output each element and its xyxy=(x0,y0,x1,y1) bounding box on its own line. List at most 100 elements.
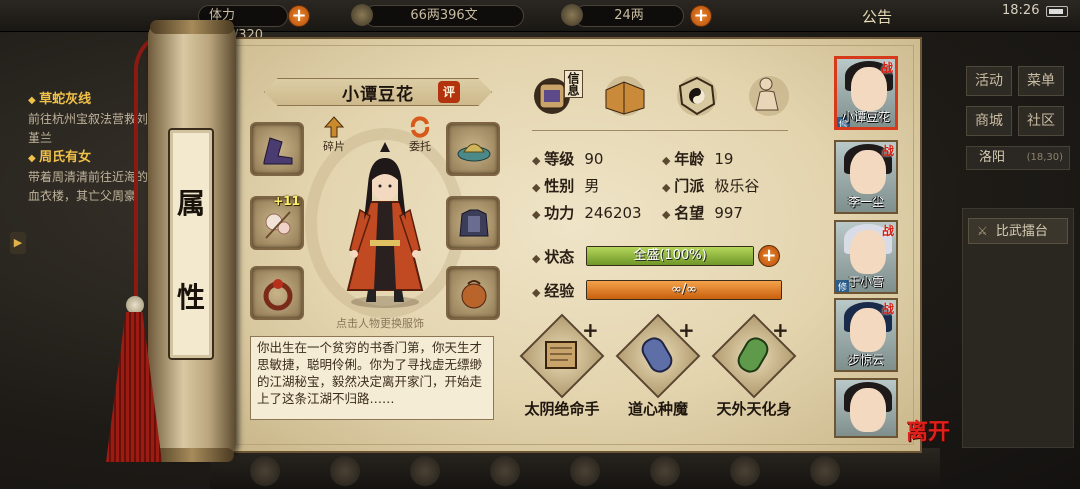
fragment-action[interactable]: 碎片 xyxy=(314,116,354,154)
companion-name: 小谭豆花 xyxy=(841,110,890,124)
exp-bar: ∞/∞ xyxy=(586,280,782,300)
leave-button[interactable]: 离开 xyxy=(906,414,950,446)
community-button[interactable]: 社区 xyxy=(1018,106,1064,136)
shop-button[interactable]: 商城 xyxy=(966,106,1012,136)
battle-tag: 战 xyxy=(881,144,894,158)
quest-title[interactable]: 周氏有女 xyxy=(28,148,148,168)
dock-icon[interactable] xyxy=(810,456,840,486)
stat-value: 极乐谷 xyxy=(714,177,760,195)
stat-value: 19 xyxy=(714,150,734,168)
character-bio: 你出生在一个贫穷的书香门第，你天生才思敏捷，聪明伶俐。你为了寻找虚无缥缈的江湖秘… xyxy=(250,336,494,420)
portrait-face xyxy=(850,308,886,352)
entrust-action[interactable]: 委托 xyxy=(400,116,440,154)
stat-value: 男 xyxy=(584,177,600,195)
attribute-tab-char: 性 xyxy=(176,281,205,314)
dock-icon[interactable] xyxy=(490,456,520,486)
scroll-cap xyxy=(150,448,234,462)
expand-left-arrow-icon[interactable]: ▶ xyxy=(10,232,26,254)
dock-icon[interactable] xyxy=(410,456,440,486)
stat-label: 年龄 xyxy=(662,150,704,168)
book-icon xyxy=(605,76,645,116)
stat-label: 门派 xyxy=(662,177,704,195)
sword-icon: ⚔ xyxy=(977,224,988,238)
stat-value: 997 xyxy=(714,204,743,222)
companion-name: 李一尘 xyxy=(847,195,884,209)
exp-label: 经验 xyxy=(532,280,574,301)
entrust-label: 委托 xyxy=(409,140,431,153)
evaluate-button[interactable]: 评 xyxy=(438,81,460,103)
hat-icon xyxy=(457,143,491,162)
equip-slot-pouch[interactable] xyxy=(446,266,500,320)
enhance-level: +11 xyxy=(273,194,300,208)
clock: 18:26 xyxy=(1002,3,1040,18)
dock-icon[interactable] xyxy=(570,456,600,486)
arena-entry[interactable]: ⚔ 比武擂台 xyxy=(968,218,1068,244)
dock-icon[interactable] xyxy=(250,456,280,486)
quest-title[interactable]: 草蛇灰线 xyxy=(28,90,148,110)
equip-slot-hairpin[interactable]: +11 xyxy=(250,194,304,250)
stat-level: 等级 90 xyxy=(532,148,603,169)
change-outfit-hint: 点击人物更换服饰 xyxy=(336,317,424,330)
quest-tracker[interactable]: 草蛇灰线 前往杭州宝叙法营救刘堇兰 周氏有女 带着周清清前往近海的血衣楼，其亡父… xyxy=(28,90,148,206)
companion-card[interactable] xyxy=(834,378,898,438)
skill-upgrade-2[interactable]: + xyxy=(678,318,695,342)
status-text: 全盛(100%) xyxy=(633,248,707,263)
swap-icon xyxy=(410,116,430,138)
character-figure[interactable] xyxy=(330,140,440,310)
companion-card[interactable]: 战 李一尘 xyxy=(834,140,898,214)
companion-name: 于小雪 xyxy=(847,275,884,289)
activity-button[interactable]: 活动 xyxy=(966,66,1012,96)
dock-icon[interactable] xyxy=(650,456,680,486)
flower-hairpin-icon xyxy=(265,211,291,239)
dock-icon[interactable] xyxy=(730,456,760,486)
equip-slot-armor[interactable] xyxy=(446,196,500,250)
portrait-face xyxy=(850,230,886,274)
ring-icon xyxy=(263,279,293,311)
ingot-icon xyxy=(561,4,583,26)
bottom-dock xyxy=(210,448,940,489)
restore-status-button[interactable]: + xyxy=(758,245,780,267)
bagua-button[interactable] xyxy=(672,70,722,120)
companion-card[interactable]: 战 修 小谭豆花 xyxy=(834,56,898,130)
skill-upgrade-3[interactable]: + xyxy=(772,318,789,342)
manual-button[interactable] xyxy=(600,70,650,120)
meridian-button[interactable] xyxy=(744,70,794,120)
add-stamina-button[interactable]: + xyxy=(288,5,310,27)
fragment-label: 碎片 xyxy=(323,140,345,153)
stat-age: 年龄 19 xyxy=(662,148,733,169)
letter-button[interactable]: 信息 xyxy=(530,70,583,120)
exp-text: ∞/∞ xyxy=(670,282,698,297)
companion-name: 步惊云 xyxy=(847,353,884,367)
stat-value: 246203 xyxy=(584,204,642,222)
attribute-tab[interactable]: 属 性 xyxy=(168,128,214,360)
stat-label: 名望 xyxy=(662,204,704,222)
battle-tag: 战 xyxy=(881,302,894,316)
stat-label: 等级 xyxy=(532,150,574,168)
battle-tag: 战 xyxy=(881,224,894,238)
equip-slot-ring[interactable] xyxy=(250,266,304,320)
stat-value: 90 xyxy=(584,150,604,168)
stat-power: 功力 246203 xyxy=(532,202,642,223)
companion-card[interactable]: 战 步惊云 xyxy=(834,298,898,372)
companion-card[interactable]: 战 修 于小雪 xyxy=(834,220,898,294)
status-label: 状态 xyxy=(532,246,574,267)
equip-slot-hat[interactable] xyxy=(446,122,500,176)
stat-fame: 名望 997 xyxy=(662,202,743,223)
stat-sect: 门派极乐谷 xyxy=(662,175,759,196)
equip-slot-boots[interactable] xyxy=(250,122,304,176)
pouch-icon xyxy=(461,280,487,309)
location-name: 洛阳 xyxy=(979,150,1006,165)
skill-upgrade-1[interactable]: + xyxy=(582,318,599,342)
portrait-face xyxy=(850,388,886,432)
add-silver-button[interactable]: + xyxy=(690,5,712,27)
location-display[interactable]: 洛阳 (18,30) xyxy=(966,146,1070,170)
silver-display: 24两 xyxy=(561,4,684,27)
stat-gender: 性别男 xyxy=(532,175,599,196)
status-bar: 全盛(100%) xyxy=(586,246,754,266)
dock-icon[interactable] xyxy=(330,456,360,486)
announcement-button[interactable]: 公告 xyxy=(862,6,892,27)
coins-display: 66两396文 xyxy=(351,4,524,27)
menu-button[interactable]: 菜单 xyxy=(1018,66,1064,96)
silver-value: 24两 xyxy=(614,8,644,23)
portrait-face xyxy=(850,150,886,194)
